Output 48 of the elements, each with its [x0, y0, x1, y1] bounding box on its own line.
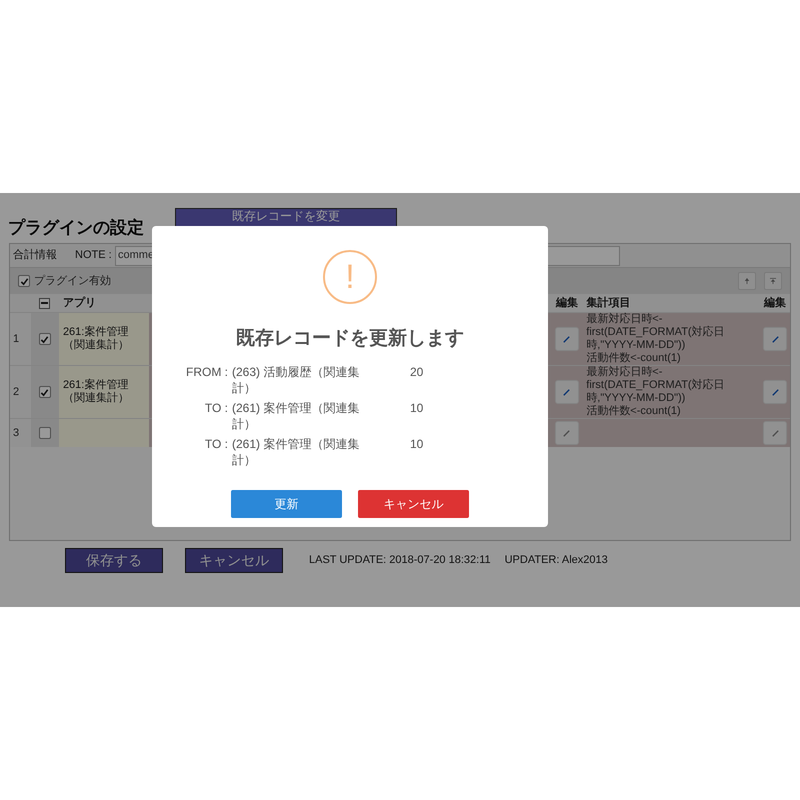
app-cell: 261:案件管理（関連集計） — [58, 313, 149, 365]
record-count: 10 — [410, 400, 424, 416]
cancel-button[interactable]: キャンセル — [185, 548, 283, 573]
direction-label: TO : — [204, 436, 229, 452]
pencil-icon — [770, 388, 780, 396]
pencil-icon — [770, 334, 780, 344]
column-header: アプリ — [62, 296, 97, 311]
update-button[interactable]: 更新 — [231, 490, 342, 518]
direction-label: TO : — [204, 400, 229, 416]
cancel-button[interactable]: キャンセル — [358, 490, 469, 518]
app-name: (261) 案件管理（関連集計） — [232, 400, 360, 432]
aggregation-cell: 最新対応日時<- first(DATE_FORMAT(対応日 時,"YYYY-MM-DD")) 活動件数<-count(1) — [580, 366, 760, 418]
column-header: 編集 — [762, 296, 788, 311]
column-header: 集計項目 — [585, 296, 632, 311]
edit-button[interactable] — [763, 327, 788, 351]
pencil-icon — [562, 428, 572, 438]
checkbox[interactable] — [38, 333, 51, 345]
updater-text: UPDATER: Alex2013 — [504, 553, 608, 568]
app-name: (261) 案件管理（関連集計） — [232, 436, 360, 468]
select-all-checkbox[interactable] — [39, 298, 50, 308]
note-label: NOTE : — [75, 248, 113, 264]
total-info-label: 合計情報 — [13, 248, 58, 264]
direction-label: FROM : — [185, 364, 229, 380]
aggregation-cell: 最新対応日時<- first(DATE_FORMAT(対応日 時,"YYYY-MM-DD")) 活動件数<-count(1) — [580, 313, 760, 365]
checkbox[interactable] — [18, 275, 30, 287]
record-count: 20 — [410, 364, 424, 380]
page-title: プラグインの設定 — [8, 216, 145, 239]
checkbox[interactable] — [38, 386, 51, 398]
pencil-icon — [770, 428, 780, 438]
record-count: 10 — [410, 436, 424, 452]
move-top-button[interactable] — [764, 272, 782, 290]
pencil-icon — [562, 388, 572, 396]
arrow-top-icon — [770, 278, 776, 284]
app-name: (263) 活動履歴（関連集計） — [232, 364, 360, 396]
column-header: 編集 — [554, 296, 579, 311]
edit-button[interactable] — [763, 380, 788, 404]
plugin-enabled-label: プラグイン有効 — [34, 274, 111, 289]
dialog-title: 既存レコードを更新します — [236, 326, 464, 351]
save-button[interactable]: 保存する — [65, 548, 163, 573]
move-up-button[interactable] — [738, 272, 756, 290]
last-update-text: LAST UPDATE: 2018-07-20 18:32:11 — [309, 553, 491, 568]
edit-button[interactable] — [554, 327, 579, 351]
warning-icon: ! — [323, 250, 377, 304]
pencil-icon — [562, 334, 572, 344]
edit-button[interactable] — [554, 380, 579, 404]
arrow-up-icon — [744, 278, 750, 284]
checkbox[interactable] — [38, 427, 51, 439]
app-cell: 261:案件管理（関連集計） — [58, 366, 149, 418]
